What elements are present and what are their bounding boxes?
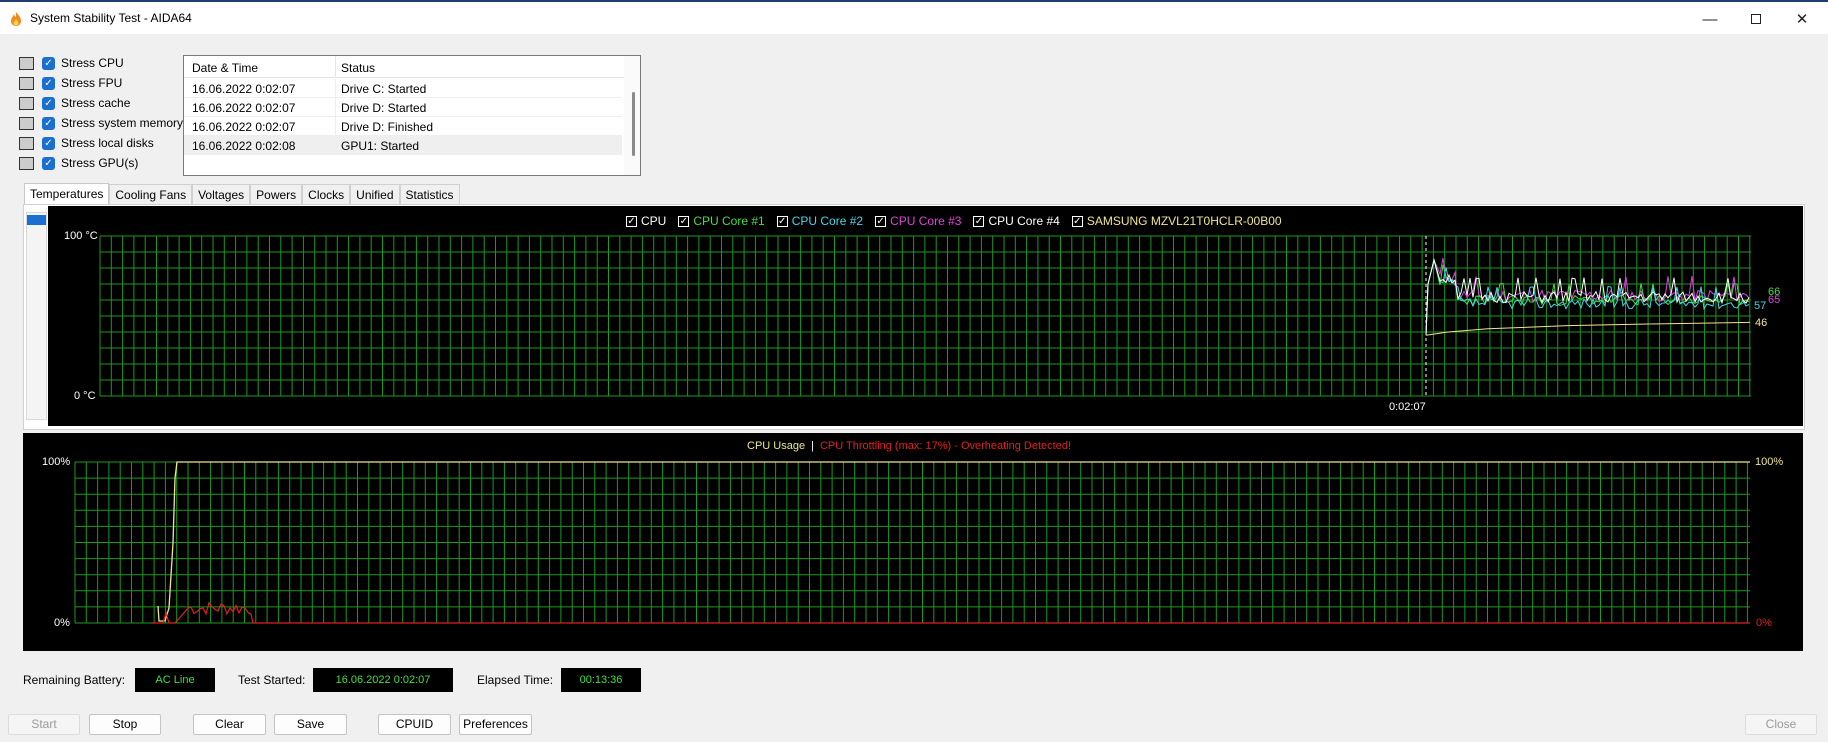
log-scrollbar[interactable] <box>624 56 640 175</box>
status-log-table[interactable]: Date & Time Status 16.06.2022 0:02:07 Dri… <box>183 55 641 176</box>
cell-divider <box>335 79 336 98</box>
disk-drive-icon <box>19 136 34 150</box>
stress-checkbox[interactable]: ✓ <box>42 116 55 130</box>
window-title: System Stability Test - AIDA64 <box>30 11 192 25</box>
log-row[interactable]: 16.06.2022 0:02:07 Drive D: Started <box>184 98 622 117</box>
column-header-datetime[interactable]: Date & Time <box>192 61 258 75</box>
stress-checkbox[interactable]: ✓ <box>42 76 55 90</box>
stress-checkbox[interactable]: ✓ <box>42 156 55 170</box>
tab-temperatures[interactable]: Temperatures <box>24 183 110 205</box>
title-bar[interactable]: System Stability Test - AIDA64 — ✕ <box>0 0 1828 34</box>
test-started-value: 16.06.2022 0:02:07 <box>313 668 453 692</box>
cell-divider <box>335 117 336 136</box>
elapsed-time-label: Elapsed Time: <box>477 673 554 687</box>
log-row[interactable]: 16.06.2022 0:02:07 Drive D: Finished <box>184 117 622 136</box>
monitor-icon <box>19 156 34 170</box>
column-header-status[interactable]: Status <box>341 61 375 75</box>
close-icon: ✕ <box>1795 11 1809 28</box>
cpu-usage-graph: CPU Usage | CPU Throttling (max: 17%) - … <box>23 433 1803 651</box>
battery-value: AC Line <box>135 668 215 692</box>
stress-option-3[interactable]: ✓ Stress system memory <box>19 114 183 132</box>
column-divider <box>335 56 336 78</box>
temperature-plot <box>99 235 1751 398</box>
log-header: Date & Time Status <box>184 56 624 78</box>
minimize-icon: — <box>1702 10 1718 28</box>
cpu-usage-line <box>157 461 1750 622</box>
log-status: Drive D: Started <box>341 101 427 115</box>
close-button[interactable]: Close <box>1745 714 1817 735</box>
stress-label: Stress local disks <box>61 136 154 150</box>
cell-divider <box>335 136 336 155</box>
sensor-tabs: Temperatures Cooling Fans Voltages Powers Cl… <box>24 183 460 205</box>
log-status: GPU1: Started <box>341 139 420 153</box>
log-datetime: 16.06.2022 0:02:07 <box>192 120 296 134</box>
usage-plot <box>74 461 1750 624</box>
stress-label: Stress GPU(s) <box>61 156 139 170</box>
memory-module-icon <box>19 116 34 130</box>
cache-icon <box>19 96 34 110</box>
clear-button[interactable]: Clear <box>193 714 266 735</box>
close-window-button[interactable]: ✕ <box>1784 6 1820 32</box>
preferences-button[interactable]: Preferences <box>459 714 532 735</box>
start-button[interactable]: Start <box>8 714 80 735</box>
battery-label: Remaining Battery: <box>23 673 126 687</box>
fpu-icon <box>19 76 34 90</box>
maximize-button[interactable] <box>1738 6 1774 32</box>
stress-label: Stress cache <box>61 96 131 110</box>
save-button[interactable]: Save <box>274 714 347 735</box>
log-datetime: 16.06.2022 0:02:07 <box>192 101 296 115</box>
log-status: Drive D: Finished <box>341 120 434 134</box>
tab-statistics[interactable]: Statistics <box>399 184 460 205</box>
stress-label: Stress system memory <box>61 116 184 130</box>
stop-button[interactable]: Stop <box>89 714 161 735</box>
log-datetime: 16.06.2022 0:02:07 <box>192 82 296 96</box>
graph-list-scroll-thumb[interactable] <box>27 215 46 225</box>
tab-cooling-fans[interactable]: Cooling Fans <box>109 184 193 205</box>
stability-test-window: System Stability Test - AIDA64 — ✕ ✓ Stre… <box>0 0 1828 742</box>
cpu-chip-icon <box>19 56 34 70</box>
log-scroll-thumb[interactable] <box>632 92 635 156</box>
stress-label: Stress FPU <box>61 76 123 90</box>
disk-line <box>1425 321 1751 336</box>
flame-icon <box>11 12 21 26</box>
core1-line <box>1425 259 1750 336</box>
stress-option-5[interactable]: ✓ Stress GPU(s) <box>19 154 138 172</box>
log-status: Drive C: Started <box>341 82 427 96</box>
stress-checkbox[interactable]: ✓ <box>42 136 55 150</box>
log-row[interactable]: 16.06.2022 0:02:07 Drive C: Started <box>184 79 622 98</box>
graph-list-scrollbar[interactable] <box>26 212 47 420</box>
tab-voltages[interactable]: Voltages <box>192 184 251 205</box>
cell-divider <box>335 98 336 117</box>
tab-powers[interactable]: Powers <box>250 184 303 205</box>
usage-grid <box>74 461 1750 624</box>
test-started-label: Test Started: <box>238 673 306 687</box>
temperature-graph: ✓ CPU ✓ CPU Core #1 ✓ CPU Core #2 ✓ CPU Core #3… <box>48 206 1803 426</box>
log-row[interactable]: 16.06.2022 0:02:08 GPU1: Started <box>184 136 622 155</box>
maximize-icon <box>1751 14 1761 24</box>
tab-unified[interactable]: Unified <box>350 184 400 205</box>
stress-option-1[interactable]: ✓ Stress FPU <box>19 74 122 92</box>
log-datetime: 16.06.2022 0:02:08 <box>192 139 296 153</box>
stress-option-2[interactable]: ✓ Stress cache <box>19 94 130 112</box>
stress-label: Stress CPU <box>61 56 124 70</box>
elapsed-time-value: 00:13:36 <box>561 668 641 692</box>
tab-clocks[interactable]: Clocks <box>302 184 351 205</box>
stress-checkbox[interactable]: ✓ <box>42 56 55 70</box>
cpuid-button[interactable]: CPUID <box>378 714 451 735</box>
stress-option-4[interactable]: ✓ Stress local disks <box>19 134 154 152</box>
stress-checkbox[interactable]: ✓ <box>42 96 55 110</box>
minimize-button[interactable]: — <box>1692 6 1728 32</box>
temp-grid <box>99 235 1751 397</box>
stress-option-0[interactable]: ✓ Stress CPU <box>19 54 124 72</box>
